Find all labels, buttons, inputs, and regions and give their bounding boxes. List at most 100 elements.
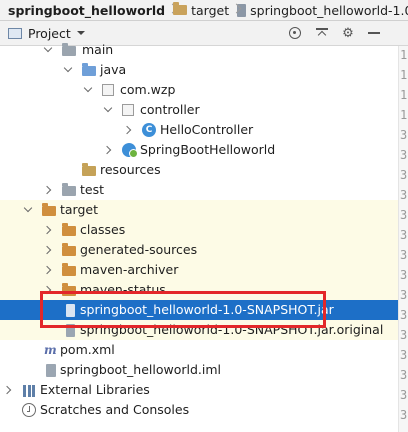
expand-arrow-icon[interactable] [104,100,114,120]
tree-node-label: HelloController [160,122,254,137]
collapse-arrow-icon[interactable] [44,280,54,300]
source-folder-icon [82,63,96,76]
jar-icon [66,304,75,317]
excluded-folder-icon [42,203,56,216]
tree-node-jar[interactable]: springboot_helloworld-1.0-SNAPSHOT.jar [0,300,408,320]
tree-node-resources[interactable]: resources [0,160,408,180]
gutter-line-number: 1 [400,108,408,122]
module-file-icon [46,364,56,377]
gutter-line-number: 3 [400,168,408,182]
settings-button[interactable]: ⚙ [340,25,356,41]
tree-node-label: Scratches and Consoles [40,402,190,417]
tree-node-main[interactable]: main [0,40,408,60]
gutter-line-number: 3 [400,348,408,362]
library-icon [22,385,36,397]
collapse-arrow-icon[interactable] [4,380,14,400]
breadcrumb-folder-label: target [191,2,230,18]
gutter-line-number: 3 [400,328,408,342]
breadcrumb-file-label: springboot_helloworld-1.0-SN [250,2,408,18]
tree-node-label: main [82,42,114,57]
tree-node-app-class[interactable]: SpringBootHelloworld [0,140,408,160]
gear-icon: ⚙ [342,25,354,41]
collapse-arrow-icon[interactable] [104,140,114,160]
folder-icon [62,183,76,196]
collapse-arrow-icon[interactable] [44,260,54,280]
tree-node-label: target [60,202,99,217]
tree-node-hello-controller[interactable]: C HelloController [0,120,408,140]
gutter-line-number: 3 [400,308,408,322]
tree-node-scratches[interactable]: Scratches and Consoles [0,400,408,420]
collapse-all-button[interactable] [314,25,330,41]
gutter-line-number: 3 [400,208,408,222]
tree-node-label: controller [140,102,200,117]
locate-button[interactable] [287,25,303,41]
folder-icon [173,2,188,15]
tree-node-maven-status[interactable]: maven-status [0,280,408,300]
resources-folder-icon [82,163,96,176]
tree-node-label: com.wzp [120,82,176,97]
collapse-arrow-icon[interactable] [124,120,134,140]
gutter-line-number: 1 [400,68,408,82]
excluded-folder-icon [62,243,76,256]
collapse-arrow-icon[interactable] [44,180,54,200]
gutter-line-number: 1 [400,48,408,62]
tree-node-label: classes [80,222,126,237]
gutter-line-number: 3 [400,128,408,142]
tree-node-jar-original[interactable]: springboot_helloworld-1.0-SNAPSHOT.jar.o… [0,320,408,340]
gutter-line-number: 3 [400,148,408,162]
tree-node-controller[interactable]: controller [0,100,408,120]
spring-boot-class-icon [122,143,138,158]
scratches-icon [22,403,36,417]
tree-node-label: SpringBootHelloworld [140,142,276,157]
tree-node-test[interactable]: test [0,180,408,200]
excluded-folder-icon [62,263,76,276]
project-tool-window: springboot_helloworld target springboot_… [0,0,408,432]
package-icon [122,104,134,116]
expand-arrow-icon[interactable] [44,40,54,60]
project-view-selector[interactable]: Project [28,26,71,41]
excluded-folder-icon [62,223,76,236]
tree-node-label: springboot_helloworld.iml [60,362,222,377]
package-icon [102,84,114,96]
gutter-line-number: 3 [400,228,408,242]
maven-icon: m [44,343,57,357]
expand-arrow-icon[interactable] [24,200,34,220]
expand-arrow-icon[interactable] [84,80,94,100]
breadcrumb-file[interactable]: springboot_helloworld-1.0-SN [233,0,408,20]
tree-node-label: resources [100,162,161,177]
tree-node-iml[interactable]: springboot_helloworld.iml [0,360,408,380]
tree-node-classes[interactable]: classes [0,220,408,240]
collapse-arrow-icon[interactable] [44,220,54,240]
gutter-line-number: 3 [400,248,408,262]
tree-node-label: maven-status [80,282,166,297]
excluded-folder-icon [62,283,76,296]
tree-node-label: External Libraries [40,382,150,397]
navigation-bar: springboot_helloworld target springboot_… [0,0,408,21]
tree-node-maven-archiver[interactable]: maven-archiver [0,260,408,280]
hide-icon [368,32,380,34]
tree-node-external-libraries[interactable]: External Libraries [0,380,408,400]
chevron-down-icon[interactable] [76,31,85,35]
breadcrumb-project[interactable]: springboot_helloworld [0,0,169,20]
tree-node-target[interactable]: target [0,200,408,220]
project-tree: main java com.wzp controller C HelloCont… [0,42,408,432]
tree-node-generated-sources[interactable]: generated-sources [0,240,408,260]
expand-arrow-icon[interactable] [64,60,74,80]
tree-node-label: test [80,182,105,197]
tree-node-label: springboot_helloworld-1.0-SNAPSHOT.jar [80,302,334,317]
tree-node-java[interactable]: java [0,60,408,80]
class-icon: C [142,123,156,137]
collapse-arrow-icon[interactable] [44,240,54,260]
hide-button[interactable] [366,25,382,41]
tree-node-pom[interactable]: m pom.xml [0,340,408,360]
gutter-line-number: 3 [400,408,408,422]
tree-node-package[interactable]: com.wzp [0,80,408,100]
tree-node-label: springboot_helloworld-1.0-SNAPSHOT.jar.o… [80,322,384,337]
breadcrumb-folder[interactable]: target [169,0,233,20]
file-icon [66,324,75,337]
folder-icon [62,43,76,56]
gutter-line-number: 3 [400,188,408,202]
collapse-all-icon [316,28,328,38]
gutter-line-number: 3 [400,388,408,402]
gutter-line-number: 1 [400,88,408,102]
